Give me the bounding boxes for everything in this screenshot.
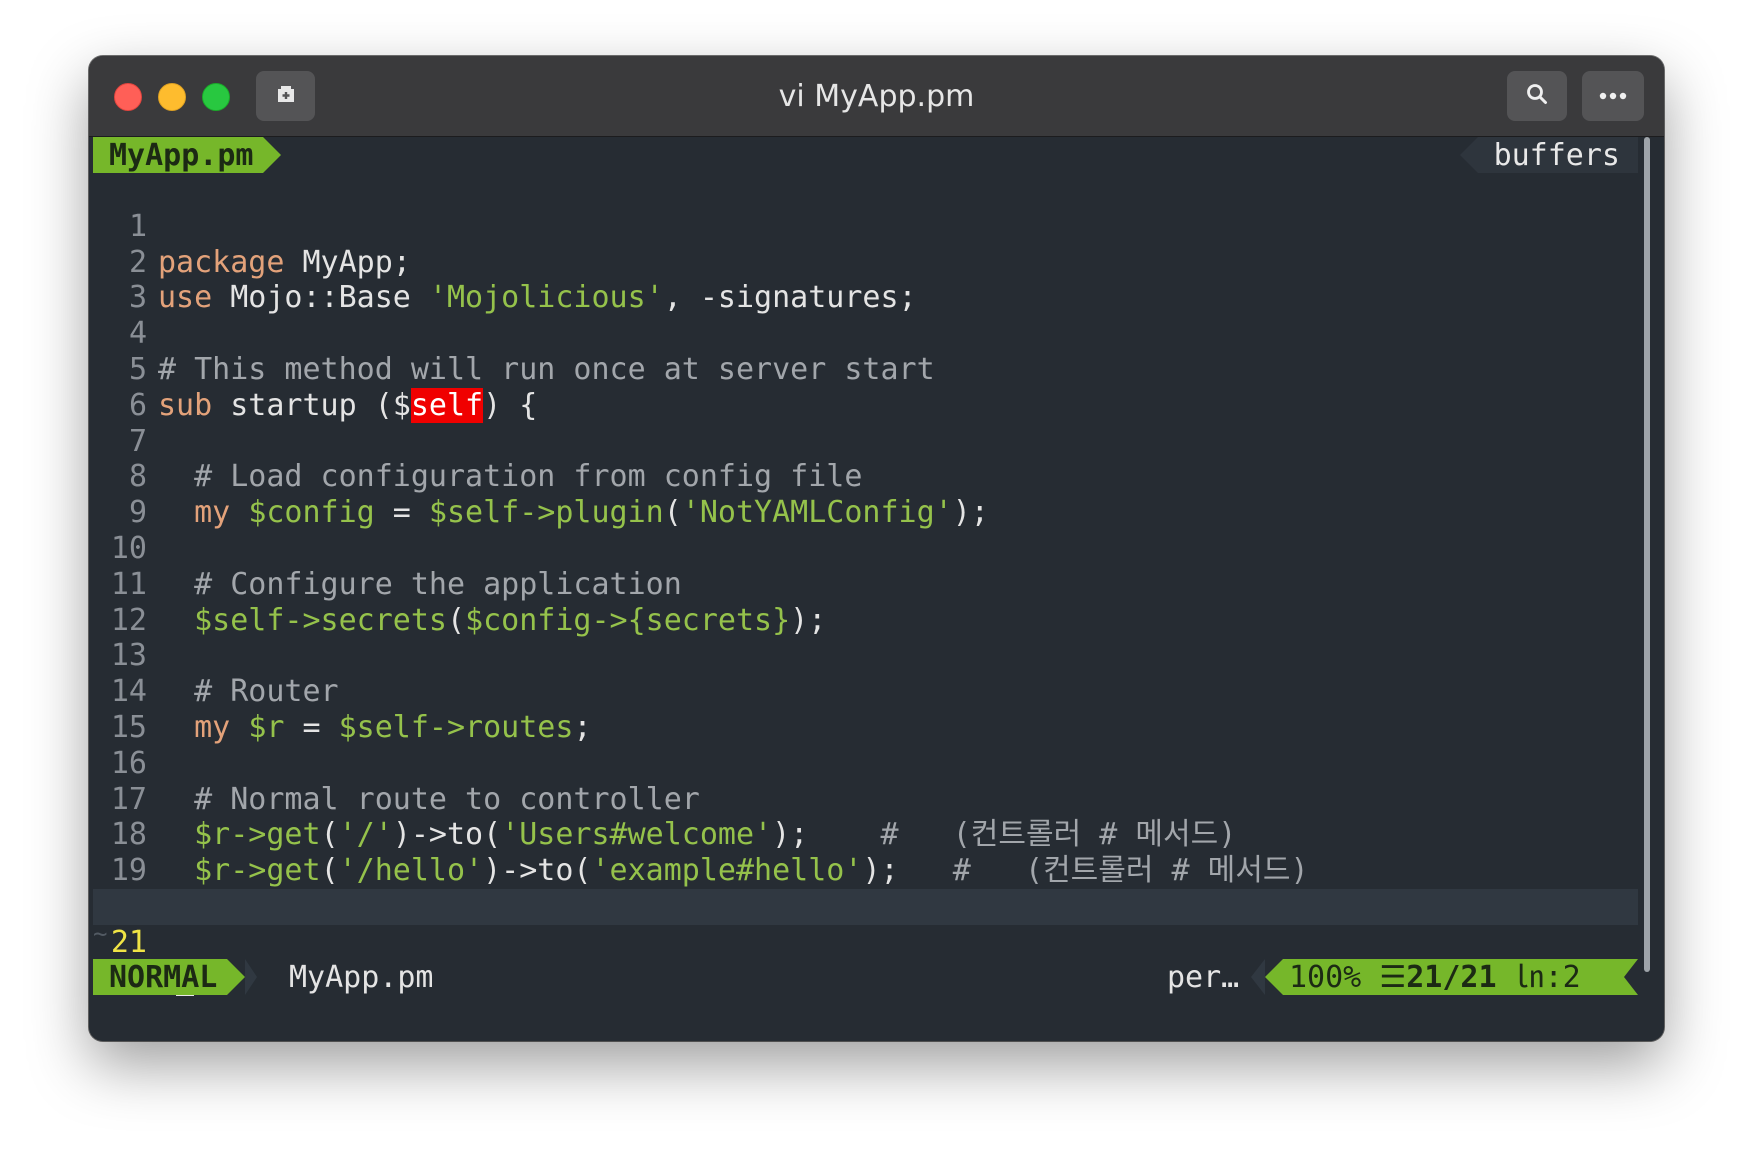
ellipsis-icon [1599,87,1627,105]
search-icon [1525,82,1549,111]
code-line: 19 } [93,817,1638,924]
more-options-button[interactable] [1582,71,1644,121]
vim-editor[interactable]: MyApp.pm buffers 1 package MyApp; 2 use … [89,137,1664,1041]
tab-separator [263,137,281,173]
vim-tabline: MyApp.pm buffers [93,137,1638,173]
search-button[interactable] [1507,71,1567,121]
zoom-window-button[interactable] [202,83,230,111]
mode-separator-shadow [245,959,257,995]
code-line: 5 sub startup ($self) { [93,316,1638,423]
status-line-position: 21/21 [1406,960,1497,995]
code-line: 14 my $r = $self->routes; [93,638,1638,745]
code-line: 15 [93,674,1638,745]
status-end-separator [1624,959,1638,995]
code-line: 13 # Router [93,603,1638,709]
mode-separator [227,959,245,995]
code-line: 6 [93,352,1638,423]
code-line: 2 use Mojo::Base 'Mojolicious', -signatu… [93,209,1638,316]
status-column: :2 [1544,960,1581,995]
code-line: 16 # Normal route to controller [93,710,1638,817]
code-line: 10 # Configure the application [93,495,1638,602]
code-line: 3 [93,245,1638,315]
line-count-icon: ☰ [1379,960,1407,995]
filetype-separator [1251,959,1265,995]
code-line-current: 21 1; [93,888,1638,996]
mode-indicator: NORMAL [93,959,227,995]
terminal-window: vi MyApp.pm MyApp.pm buffers 1 package M… [89,56,1664,1041]
code-area[interactable]: 1 package MyApp; 2 use Mojo::Base 'Mojol… [93,173,1638,996]
close-window-button[interactable] [114,83,142,111]
code-line: 17 $r->get('/')->to('Users#welcome'); # … [93,746,1638,853]
column-icon: ㏑ [1514,960,1545,995]
title-bar: vi MyApp.pm [89,56,1664,137]
buffers-separator [1460,137,1478,173]
code-line: 4 # This method will run once at server … [93,280,1638,387]
position-separator [1265,959,1283,995]
status-percent: 100% [1289,960,1362,995]
vertical-scrollbar[interactable] [1644,137,1650,972]
new-tab-icon [275,84,297,109]
code-line: 7 # Load configuration from config file [93,388,1638,495]
new-tab-button[interactable] [256,71,315,121]
status-filename: MyApp.pm [289,960,434,995]
code-line: 8 my $config = $self->plugin('NotYAMLCon… [93,424,1638,530]
code-line: 12 [93,567,1638,638]
minimize-window-button[interactable] [158,83,186,111]
code-line: 1 package MyApp; [93,173,1638,280]
buffer-tab-active[interactable]: MyApp.pm [93,137,263,173]
code-line: 20 [93,853,1638,924]
code-line: 11 $self->secrets($config->{secrets}); [93,531,1638,638]
code-line: 18 $r->get('/hello')->to('example#hello'… [93,782,1638,888]
buffers-label: buffers [1478,137,1638,173]
window-title: vi MyApp.pm [778,78,975,114]
code-line: 9 [93,459,1638,530]
empty-line-marker: ~ [93,920,108,948]
status-position-block: 100% ☰21/21 ㏑:2 [1173,959,1638,995]
status-position: 100% ☰21/21 ㏑:2 [1283,959,1638,995]
vim-statusline: NORMAL MyApp.pm per… 100% ☰21/21 ㏑:2 [93,959,1638,995]
